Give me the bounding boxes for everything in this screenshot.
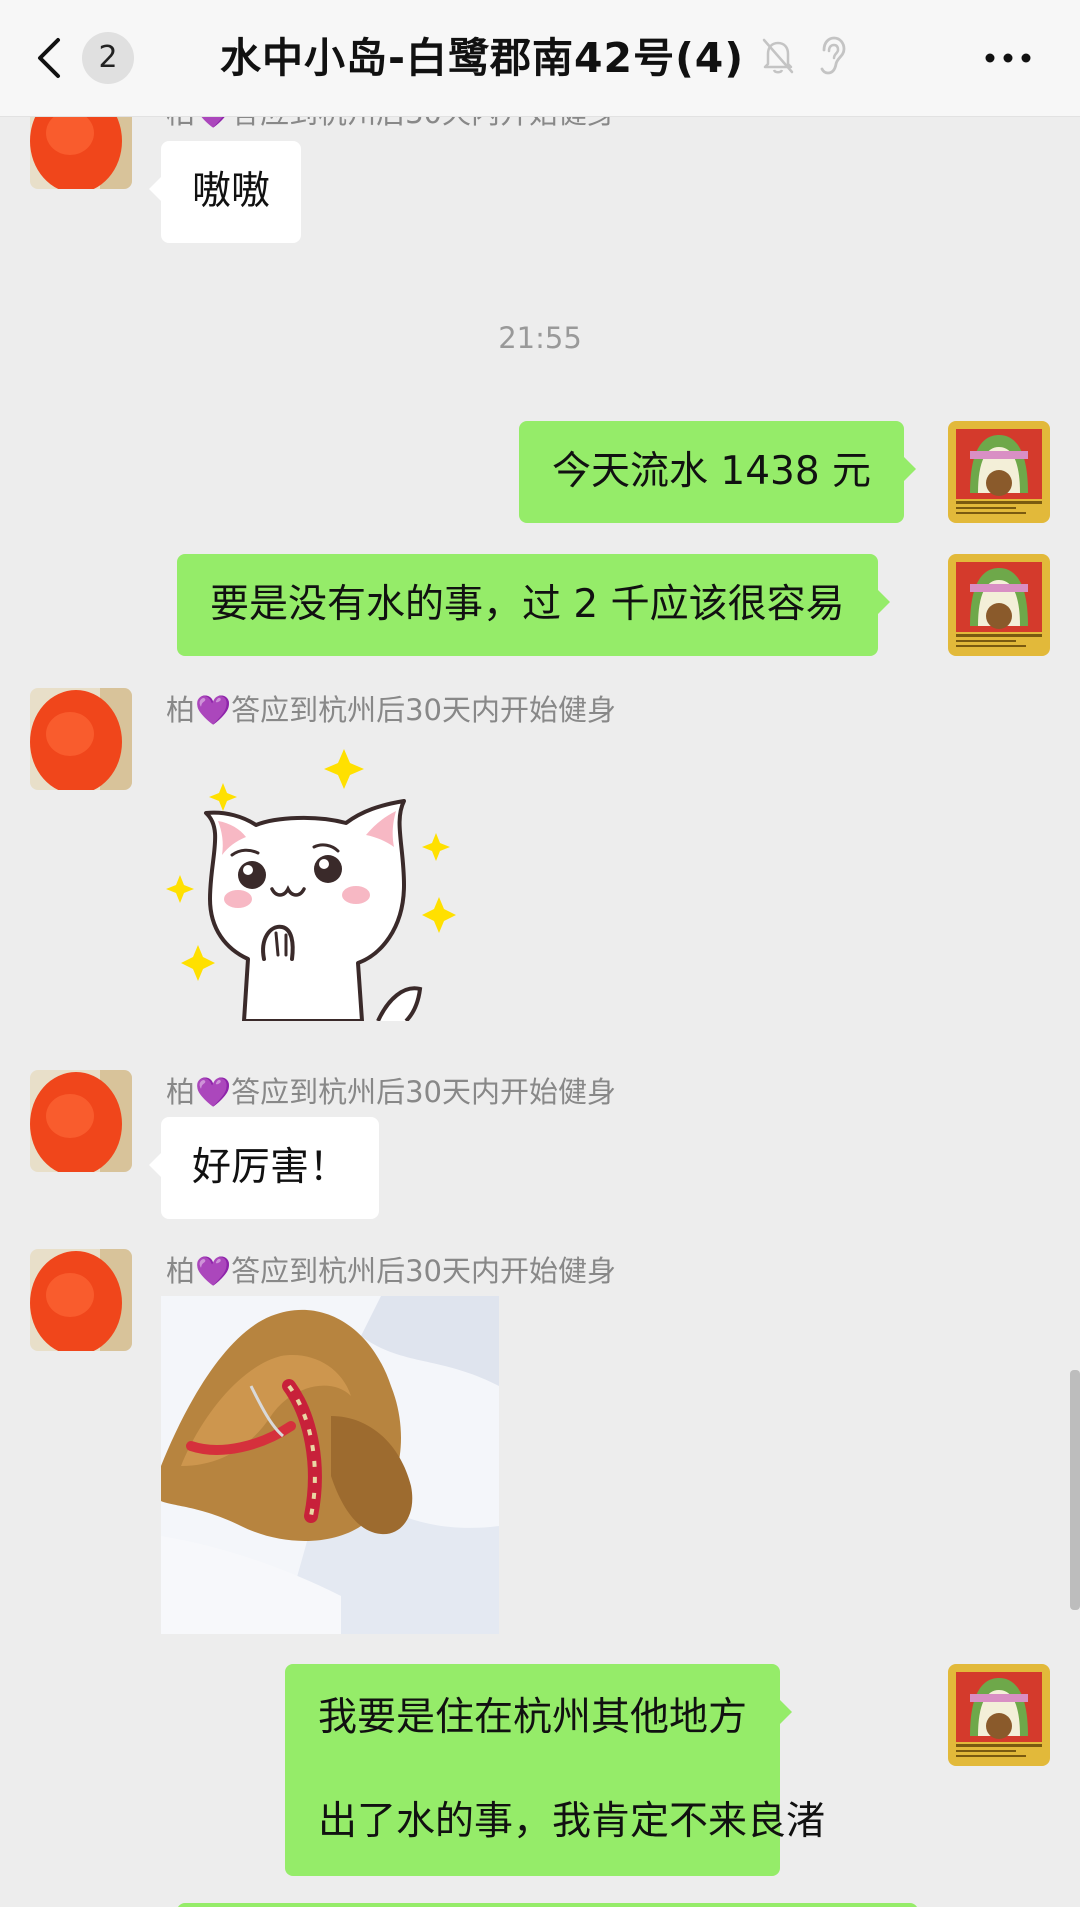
avatar[interactable] [30,688,132,790]
unread-count-badge[interactable]: 2 [82,32,134,84]
avatar[interactable] [948,421,1050,523]
message-list[interactable]: 柏💜答应到杭州后30天内开始健身 嗷嗷 21:55 今天流水 1438 元 要是… [0,117,1080,1907]
chat-title: 水中小岛-白鹭郡南42号(4) [220,34,745,82]
message-bubble[interactable]: 我要是住在杭州其他地方 出了水的事，我肯定不来良渚 [285,1664,825,1876]
ellipsis-icon [985,53,1031,63]
chat-header: 2 水中小岛-白鹭郡南42号(4) [0,0,1080,117]
message-line: 我要是住在杭州其他地方 [318,1695,748,1740]
message-bubble[interactable]: 要是没有水的事，过 2 千应该很容易 [177,554,890,656]
message-bubble[interactable]: 嗷嗷 [148,141,302,243]
bell-slash-icon [760,36,796,80]
more-options-button[interactable] [980,40,1040,76]
crying-cat-sticker[interactable] [166,749,456,1023]
message-bubble[interactable]: 好厉害！ [148,1117,380,1219]
sender-name: 柏💜答应到杭州后30天内开始健身 [166,117,616,133]
avatar[interactable] [30,117,132,189]
sender-name: 柏💜答应到杭州后30天内开始健身 [166,1075,617,1109]
sender-name: 柏💜答应到杭州后30天内开始健身 [166,693,617,727]
message-bubble[interactable]: 今天流水 1438 元 [519,421,917,523]
back-button[interactable] [34,30,82,86]
message-line: 出了水的事，我肯定不来良渚 [318,1799,826,1844]
avatar[interactable] [30,1249,132,1351]
scrollbar[interactable] [1070,1370,1080,1610]
shiba-in-snow-photo[interactable] [161,1296,499,1634]
avatar[interactable] [948,1664,1050,1766]
sender-name: 柏💜答应到杭州后30天内开始健身 [166,1254,617,1288]
avatar[interactable] [948,554,1050,656]
timestamp: 21:55 [498,321,582,355]
message-bubble-partial[interactable] [177,1903,918,1907]
avatar[interactable] [30,1070,132,1172]
chevron-left-icon [38,38,60,78]
ear-icon[interactable] [816,34,848,82]
